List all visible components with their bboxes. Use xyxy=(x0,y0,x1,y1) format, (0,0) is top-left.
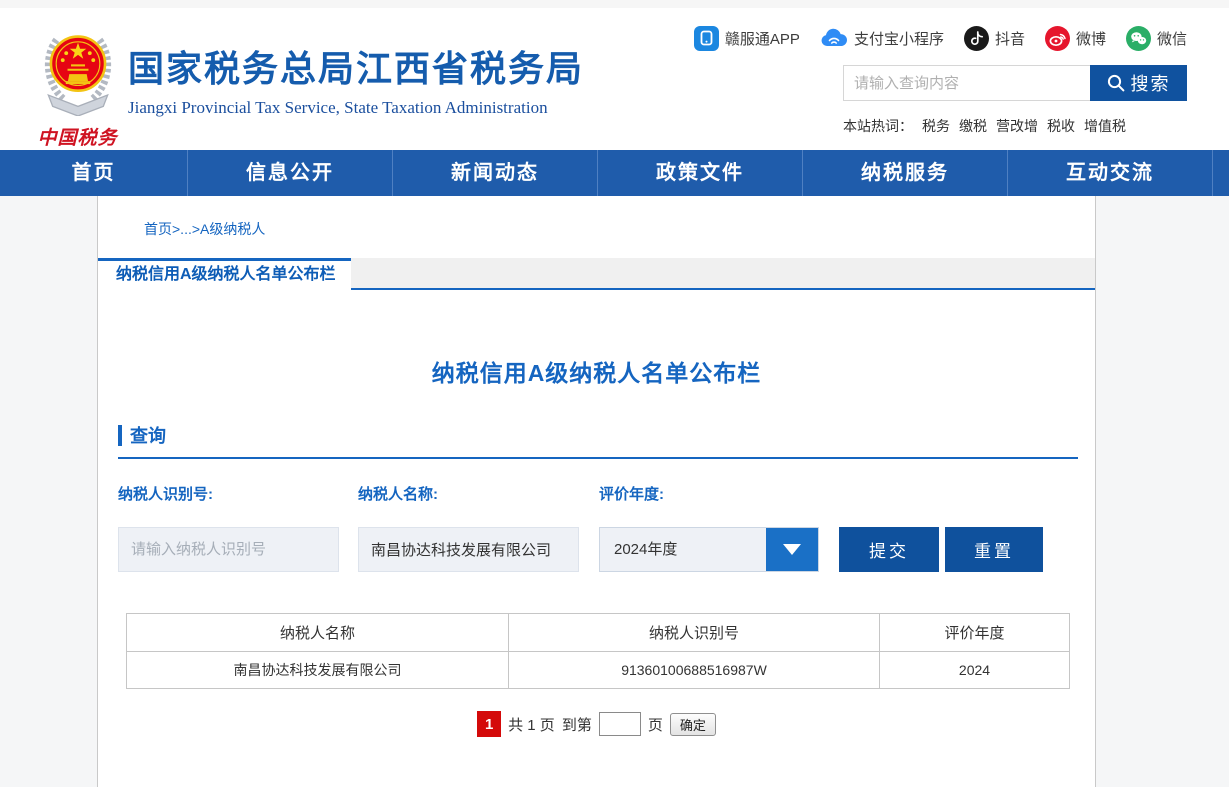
taxpayer-id-input[interactable] xyxy=(118,527,339,572)
social-link-douyin[interactable]: 抖音 xyxy=(964,26,1025,51)
page-number-button[interactable]: 1 xyxy=(477,711,501,737)
tab-bar: 纳税信用A级纳税人名单公布栏 xyxy=(98,258,1095,290)
goto-confirm-button[interactable]: 确定 xyxy=(670,713,716,736)
social-link-ganfutong-app[interactable]: 赣服通APP xyxy=(694,26,800,51)
query-section-header: 查询 xyxy=(118,422,166,448)
main-nav: 首页 信息公开 新闻动态 政策文件 纳税服务 互动交流 xyxy=(0,150,1229,196)
nav-item-interaction[interactable]: 互动交流 xyxy=(1008,150,1213,196)
column-header-taxpayer-id: 纳税人识别号 xyxy=(509,614,880,652)
taxpayer-result-table: 纳税人名称 纳税人识别号 评价年度 南昌协达科技发展有限公司 913601006… xyxy=(126,613,1070,689)
taxpayer-name-input[interactable] xyxy=(358,527,579,572)
nav-item-home[interactable]: 首页 xyxy=(0,150,188,196)
column-header-taxpayer-name: 纳税人名称 xyxy=(127,614,509,652)
site-search: 搜索 xyxy=(843,65,1187,101)
cell-taxpayer-name: 南昌协达科技发展有限公司 xyxy=(127,652,509,689)
cell-taxpayer-id: 91360100688516987W xyxy=(509,652,880,689)
nav-item-tax-service[interactable]: 纳税服务 xyxy=(803,150,1008,196)
nav-filler xyxy=(1213,150,1229,196)
breadcrumb[interactable]: 首页>...>A级纳税人 xyxy=(144,219,265,239)
section-divider xyxy=(118,457,1078,459)
evaluation-year-value: 2024年度 xyxy=(600,528,766,571)
social-link-label: 微博 xyxy=(1076,28,1106,49)
weibo-icon xyxy=(1045,26,1070,51)
search-button[interactable]: 搜索 xyxy=(1090,65,1187,101)
cell-evaluation-year: 2024 xyxy=(880,652,1070,689)
social-link-label: 抖音 xyxy=(995,28,1025,49)
taxpayer-id-label: 纳税人识别号: xyxy=(118,483,213,504)
social-links: 赣服通APP 支付宝小程序 抖音 微博 xyxy=(694,26,1187,51)
hot-word-link[interactable]: 税收 xyxy=(1047,116,1075,136)
org-title-chinese: 国家税务总局江西省税务局 xyxy=(128,40,584,92)
search-icon xyxy=(1107,74,1125,92)
hot-word-link[interactable]: 营改增 xyxy=(996,116,1038,136)
org-title-english: Jiangxi Provincial Tax Service, State Ta… xyxy=(128,98,584,118)
social-link-label: 微信 xyxy=(1157,28,1187,49)
search-button-label: 搜索 xyxy=(1131,70,1171,96)
social-link-wechat[interactable]: 微信 xyxy=(1126,26,1187,51)
query-section-title: 查询 xyxy=(130,422,166,448)
table-header-row: 纳税人名称 纳税人识别号 评价年度 xyxy=(127,614,1070,652)
goto-page-input[interactable] xyxy=(599,712,641,736)
goto-prefix-text: 到第 xyxy=(562,714,592,735)
social-link-alipay-mini[interactable]: 支付宝小程序 xyxy=(820,26,944,51)
site-header: 中国税务 国家税务总局江西省税务局 Jiangxi Provincial Tax… xyxy=(0,8,1229,150)
submit-button[interactable]: 提交 xyxy=(839,527,939,572)
hot-word-link[interactable]: 税务 xyxy=(922,116,950,136)
evaluation-year-label: 评价年度: xyxy=(599,483,664,504)
hot-words-label: 本站热词： xyxy=(843,116,913,136)
section-accent-bar xyxy=(118,425,122,446)
column-header-evaluation-year: 评价年度 xyxy=(880,614,1070,652)
page-title: 纳税信用A级纳税人名单公布栏 xyxy=(98,354,1095,388)
table-row: 南昌协达科技发展有限公司 91360100688516987W 2024 xyxy=(127,652,1070,689)
pagination: 1 共 1 页 到第 页 确定 xyxy=(98,711,1095,737)
logo-caption: 中国税务 xyxy=(30,123,125,150)
taxpayer-name-label: 纳税人名称: xyxy=(358,483,438,504)
douyin-icon xyxy=(964,26,989,51)
hot-word-link[interactable]: 缴税 xyxy=(959,116,987,136)
content-panel: 首页>...>A级纳税人 纳税信用A级纳税人名单公布栏 纳税信用A级纳税人名单公… xyxy=(97,196,1096,787)
goto-suffix-text: 页 xyxy=(648,714,663,735)
top-strip xyxy=(0,0,1229,8)
tab-a-level-taxpayer-list[interactable]: 纳税信用A级纳税人名单公布栏 xyxy=(98,258,351,290)
social-link-label: 支付宝小程序 xyxy=(854,28,944,49)
phone-app-icon xyxy=(694,26,719,51)
chevron-down-icon xyxy=(783,544,801,555)
nav-item-news[interactable]: 新闻动态 xyxy=(393,150,598,196)
hot-word-link[interactable]: 增值税 xyxy=(1084,116,1126,136)
reset-button[interactable]: 重置 xyxy=(945,527,1043,572)
tab-bar-filler xyxy=(351,258,1095,290)
nav-item-info-disclosure[interactable]: 信息公开 xyxy=(188,150,393,196)
select-dropdown-button[interactable] xyxy=(766,528,818,571)
social-link-weibo[interactable]: 微博 xyxy=(1045,26,1106,51)
tax-emblem-icon xyxy=(34,20,122,116)
wechat-icon xyxy=(1126,26,1151,51)
search-input[interactable] xyxy=(843,65,1090,101)
alipay-cloud-icon xyxy=(820,26,848,51)
evaluation-year-select[interactable]: 2024年度 xyxy=(599,527,819,572)
social-link-label: 赣服通APP xyxy=(725,28,800,49)
total-pages-text: 共 1 页 xyxy=(508,714,555,735)
nav-item-policy[interactable]: 政策文件 xyxy=(598,150,803,196)
page: 中国税务 国家税务总局江西省税务局 Jiangxi Provincial Tax… xyxy=(0,0,1229,787)
hot-words-row: 本站热词： 税务 缴税 营改增 税收 增值税 xyxy=(843,116,1126,136)
org-titles: 国家税务总局江西省税务局 Jiangxi Provincial Tax Serv… xyxy=(128,40,584,118)
tax-emblem-logo: 中国税务 xyxy=(30,20,125,148)
